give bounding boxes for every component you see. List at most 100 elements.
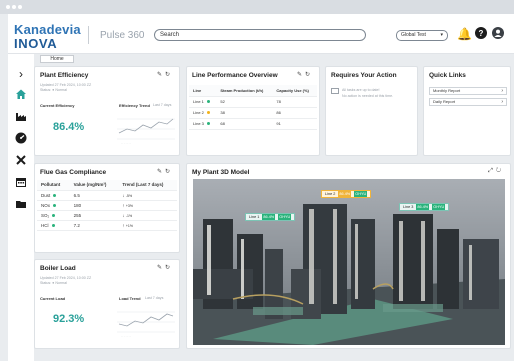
- load-trend-range: Last 7 days: [145, 296, 164, 300]
- user-avatar-icon[interactable]: [491, 27, 505, 41]
- efficiency-value: 86.4%: [53, 121, 85, 133]
- tools-icon[interactable]: [13, 154, 29, 170]
- table-row[interactable]: Dust 6.5 ↓ -5%: [37, 190, 177, 201]
- table-row[interactable]: NOx 180 ↑ +3%: [37, 200, 177, 211]
- breadcrumb-home[interactable]: Home: [40, 55, 74, 63]
- updated-text: Updated 27 Feb 2024, 10:00 ZZ: [40, 83, 92, 87]
- refresh-icon[interactable]: ↻: [165, 72, 173, 78]
- line-name: Line 1: [193, 99, 204, 104]
- line3-tag[interactable]: Line 3 86.4% OHYU: [399, 203, 450, 211]
- chevron-down-icon: ▾: [440, 32, 443, 38]
- edit-icon[interactable]: ✎: [157, 169, 165, 175]
- status-text: Status: ● Normal: [40, 88, 67, 92]
- svg-text:· · · · · · ·: · · · · · · ·: [121, 142, 131, 145]
- current-efficiency-label: Current Efficiency: [40, 103, 75, 108]
- line-tag-code: OHYU: [278, 214, 292, 220]
- flue-gas-table: Pollutant Value (mg/Nm³) Trend (Last 7 d…: [37, 180, 177, 231]
- refresh-icon[interactable]: ↻: [305, 72, 313, 78]
- app-name: Pulse 360: [100, 30, 145, 41]
- status-dot-green: [53, 193, 57, 197]
- card-actions: ✎↻: [157, 264, 173, 271]
- steam-value: 52: [216, 96, 273, 108]
- status-dot-yellow: [206, 111, 210, 115]
- sidebar: ›: [8, 54, 34, 361]
- app-header: Kanadevia INOVA Pulse 360 Search Global …: [8, 14, 514, 54]
- edit-icon[interactable]: ✎: [297, 72, 305, 78]
- table-header-row: Line Steam Production (t/h) Capacity Use…: [189, 85, 317, 97]
- table-row[interactable]: Line 2 38 86: [189, 107, 317, 119]
- pollutant-name: HCl: [41, 222, 49, 228]
- load-trend-chart: · · · · · · ·: [117, 311, 175, 338]
- chevron-right-icon: ›: [501, 99, 503, 105]
- home-icon[interactable]: [13, 88, 29, 104]
- line-name: Line 3: [193, 121, 204, 126]
- table-row[interactable]: Line 1 52 78: [189, 96, 317, 108]
- status-dot-green: [206, 122, 210, 126]
- line-performance-table: Line Steam Production (t/h) Capacity Use…: [189, 85, 317, 130]
- table-row[interactable]: SO₂ 255 ↓ -1%: [37, 210, 177, 221]
- refresh-icon[interactable]: ↻: [496, 168, 504, 174]
- chevron-right-icon[interactable]: ›: [13, 66, 29, 82]
- search-input[interactable]: Search: [154, 29, 366, 41]
- edit-icon[interactable]: ✎: [157, 265, 165, 271]
- line-tag-label: Line 2: [325, 192, 336, 196]
- efficiency-trend-chart: · · · · · · ·: [117, 118, 175, 145]
- help-icon[interactable]: ?: [474, 27, 488, 41]
- plant-3d-viewport[interactable]: [193, 179, 505, 345]
- brand-logo-line2[interactable]: INOVA: [14, 36, 57, 51]
- load-trend-label: Load Trend: [119, 296, 141, 301]
- action-message-line2: No action is needed at this time.: [342, 94, 394, 98]
- checklist-icon: [331, 88, 339, 94]
- calendar-icon[interactable]: [13, 176, 29, 192]
- efficiency-trend-range: Last 7 days: [153, 103, 172, 107]
- line-tag-value: 86.4%: [262, 214, 276, 220]
- table-row[interactable]: HCl 7.2 ↑ +1%: [37, 220, 177, 231]
- line-performance-card: Line Performance Overview ✎↻ Line Steam …: [186, 66, 320, 156]
- status-dot-green: [206, 100, 210, 104]
- table-row[interactable]: Line 3 68 91: [189, 118, 317, 130]
- window-dot-icon: [6, 5, 10, 9]
- capacity-value: 86: [272, 107, 317, 119]
- bell-icon[interactable]: 🔔: [457, 27, 472, 41]
- flue-gas-card: Flue Gas Compliance ✎↻ Pollutant Value (…: [34, 163, 180, 253]
- window-dot-icon: [12, 5, 16, 9]
- updated-text: Updated 27 Feb 2024, 10:00 ZZ: [40, 276, 92, 280]
- pollutant-value: 7.2: [69, 220, 119, 231]
- quick-link-daily-report[interactable]: Daily Report ›: [429, 98, 507, 106]
- expand-icon[interactable]: ⤢: [488, 168, 496, 174]
- capacity-value: 78: [272, 96, 317, 108]
- refresh-icon[interactable]: ↻: [165, 265, 173, 271]
- steam-value: 38: [216, 107, 273, 119]
- brand-logo-line1[interactable]: Kanadevia: [14, 22, 81, 37]
- card-actions: ⤢↻: [488, 168, 504, 175]
- line2-tag[interactable]: Line 2 86.4% OHYU: [321, 190, 372, 198]
- factory-icon[interactable]: [13, 110, 29, 126]
- pollutant-value: 180: [69, 200, 119, 211]
- refresh-icon[interactable]: ↻: [165, 169, 173, 175]
- capacity-value: 91: [272, 118, 317, 130]
- edit-icon[interactable]: ✎: [157, 72, 165, 78]
- requires-action-card: Requires Your Action All tasks are up to…: [325, 66, 418, 156]
- line1-tag[interactable]: Line 1 86.4% OHYU: [245, 213, 296, 221]
- col-header: Trend (Last 7 days): [118, 180, 177, 191]
- table-header-row: Pollutant Value (mg/Nm³) Trend (Last 7 d…: [37, 180, 177, 191]
- pollutant-name: NOx: [41, 202, 50, 208]
- quick-link-label: Daily Report: [433, 99, 456, 104]
- trend-value: -1%: [125, 213, 133, 218]
- site-select[interactable]: Global Test ▾: [396, 30, 448, 41]
- card-actions: ✎↻: [157, 71, 173, 78]
- line-tag-code: OHYU: [354, 191, 368, 197]
- status-dot-green: [52, 213, 56, 217]
- quick-link-monthly-report[interactable]: Monthly Report ›: [429, 87, 507, 95]
- arrow-up-icon: ↑: [122, 202, 125, 208]
- folder-icon[interactable]: [13, 198, 29, 214]
- trend-value: +1%: [125, 223, 133, 228]
- gauge-icon[interactable]: [13, 132, 29, 148]
- quick-link-label: Monthly Report: [433, 88, 461, 93]
- line-tag-value: 86.4%: [338, 191, 352, 197]
- line-name: Line 2: [193, 110, 204, 115]
- trend-value: +3%: [125, 203, 133, 208]
- line-performance-title: Line Performance Overview: [192, 72, 278, 79]
- col-header: Value (mg/Nm³): [69, 180, 119, 191]
- line-tag-label: Line 1: [249, 215, 260, 219]
